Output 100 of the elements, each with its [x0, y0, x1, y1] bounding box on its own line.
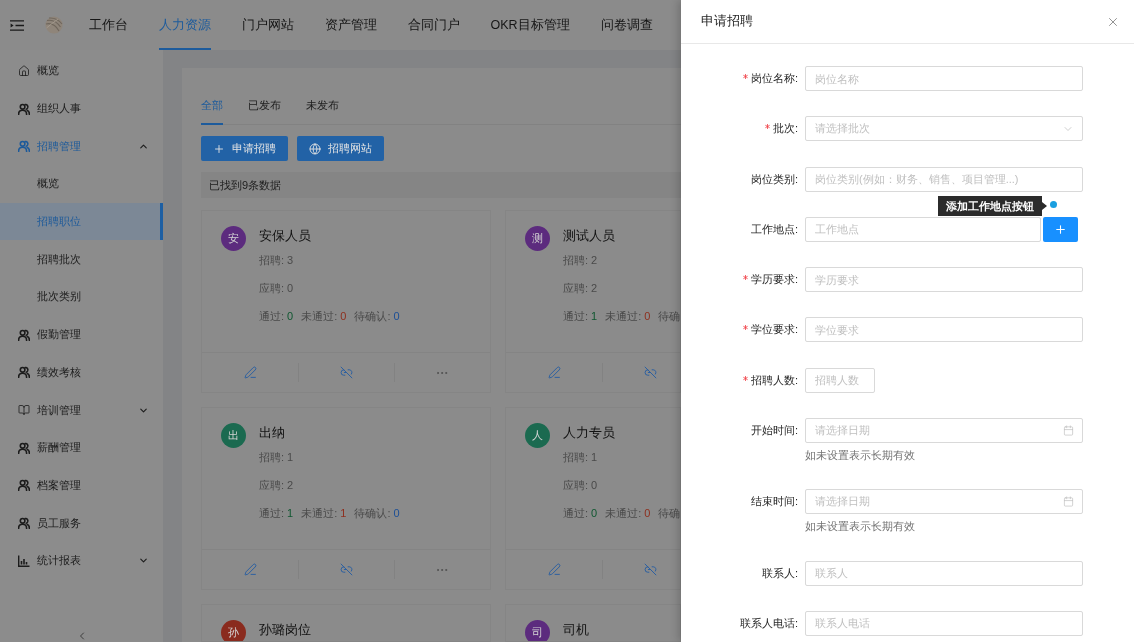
- field-label: 岗位名称:: [750, 71, 798, 86]
- stat-text: 招聘: 3: [259, 253, 295, 268]
- avatar: 人: [525, 423, 550, 448]
- result-text: 未通过: 1: [301, 506, 347, 521]
- tab[interactable]: 已发布: [248, 95, 281, 125]
- guide-dot-icon: [1050, 200, 1057, 208]
- nav-tab[interactable]: OKR目标管理: [490, 0, 570, 50]
- result-text: 待确认: 0: [354, 309, 400, 324]
- people-icon: [18, 366, 30, 379]
- result-text: 通过: 0: [563, 506, 598, 521]
- input-field[interactable]: 岗位名称: [805, 66, 1083, 91]
- field-label: 学历要求:: [750, 272, 798, 288]
- calendar-icon: [1063, 496, 1074, 508]
- sidebar-item[interactable]: 统计报表: [0, 541, 163, 580]
- people-icon: [18, 479, 30, 492]
- people-icon: [18, 328, 30, 341]
- result-text: 待确认: 0: [354, 506, 400, 521]
- home-icon: [18, 64, 30, 77]
- field-label: 结束时间:: [750, 494, 798, 510]
- people-icon: [18, 102, 30, 115]
- result-text: 待确: [658, 309, 680, 324]
- avatar: 测: [525, 226, 550, 251]
- sidebar-item[interactable]: 概览: [0, 52, 163, 90]
- sidebar-subitem[interactable]: 批次类别: [0, 278, 163, 316]
- card-title: 安保人员: [259, 228, 312, 245]
- nav-tab[interactable]: 资产管理: [324, 0, 377, 50]
- globe-icon: [309, 142, 321, 155]
- people-icon: [18, 140, 30, 153]
- bar-chart-icon: [18, 554, 30, 567]
- help-text: 如未设置表示长期有效: [805, 448, 916, 464]
- stat-text: 招聘: 1: [563, 450, 599, 465]
- avatar: 安: [221, 226, 246, 251]
- avatar: 司: [525, 620, 550, 641]
- field-label: 招聘人数:: [750, 372, 798, 388]
- field-label: 开始时间:: [750, 423, 798, 439]
- input-field[interactable]: 学历要求: [805, 267, 1083, 293]
- field-label: 批次:: [772, 121, 798, 137]
- menu-icon[interactable]: [10, 19, 24, 31]
- stat-text: 招聘: 2: [563, 253, 599, 268]
- card-title: 孙璐岗位: [259, 622, 311, 639]
- logo-icon: [45, 16, 63, 34]
- card-title: 人力专员: [563, 425, 616, 442]
- help-text: 如未设置表示长期有效: [805, 519, 916, 535]
- edit-icon[interactable]: [243, 366, 257, 379]
- result-text: 通过: 0: [259, 309, 294, 324]
- sidebar-item[interactable]: 培训管理: [0, 391, 163, 429]
- people-icon: [18, 441, 30, 454]
- card-title: 出纳: [259, 425, 286, 442]
- sidebar-item[interactable]: 员工服务: [0, 504, 163, 542]
- result-text: 通过: 1: [259, 506, 294, 521]
- field-label: 工作地点:: [750, 221, 798, 237]
- nav-tab[interactable]: 合同门户: [407, 0, 460, 50]
- card-title: 司机: [563, 622, 589, 639]
- tooltip: 添加工作地点按钮: [938, 195, 1047, 216]
- add-button[interactable]: [1043, 216, 1078, 242]
- broken-link-icon[interactable]: [339, 563, 353, 576]
- nav-tab[interactable]: 问卷调查: [600, 0, 653, 50]
- result-text: 待确: [658, 506, 680, 521]
- result-text: 通过: 1: [563, 309, 598, 324]
- calendar-icon: [1063, 425, 1074, 437]
- result-count: 已找到9条数据: [201, 172, 681, 198]
- website-button[interactable]: 招聘网站: [297, 136, 384, 161]
- result-text: 未通过: 0: [605, 506, 651, 521]
- avatar: 出: [221, 423, 246, 448]
- sidebar-subitem[interactable]: 招聘批次: [0, 240, 163, 279]
- result-text: 未通过: 0: [301, 309, 347, 324]
- book-icon: [18, 404, 30, 417]
- edit-icon[interactable]: [243, 563, 257, 576]
- sidebar-item[interactable]: 绩效考核: [0, 353, 163, 392]
- result-text: 未通过: 0: [605, 309, 651, 324]
- broken-link-icon[interactable]: [339, 366, 353, 379]
- plus-icon: [213, 142, 225, 155]
- broken-link-icon[interactable]: [643, 366, 657, 379]
- drawer-title: 申请招聘: [701, 13, 753, 30]
- edit-icon[interactable]: [547, 366, 561, 379]
- apply-button[interactable]: 申请招聘: [201, 136, 288, 161]
- sidebar-item[interactable]: 档案管理: [0, 466, 163, 505]
- card-title: 测试人员: [563, 228, 616, 245]
- input-field[interactable]: 联系人: [805, 560, 1083, 586]
- field-label: 联系人:: [761, 565, 798, 581]
- field-label: 岗位类别:: [750, 171, 798, 187]
- tab[interactable]: 未发布: [306, 95, 339, 125]
- stat-text: 招聘: 1: [259, 450, 295, 465]
- nav-tab[interactable]: 工作台: [88, 0, 128, 50]
- sidebar-item[interactable]: 假勤管理: [0, 315, 163, 354]
- people-icon: [18, 517, 30, 530]
- sidebar-subitem[interactable]: 概览: [0, 165, 163, 203]
- plus-icon: [1054, 222, 1067, 236]
- sidebar-item[interactable]: 组织人事: [0, 89, 163, 128]
- sidebar-item[interactable]: 薪酬管理: [0, 428, 163, 467]
- broken-link-icon[interactable]: [643, 563, 657, 576]
- number-input-field[interactable]: 招聘人数: [805, 367, 875, 393]
- edit-icon[interactable]: [547, 563, 561, 576]
- avatar: 孙: [221, 620, 246, 641]
- field-label: 学位要求:: [750, 322, 798, 338]
- field-label: 联系人电话:: [739, 615, 798, 631]
- stat-text: 应聘: 2: [259, 478, 295, 493]
- input-field[interactable]: 学位要求: [805, 317, 1083, 343]
- nav-tab[interactable]: 门户网站: [241, 0, 294, 50]
- stat-text: 应聘: 2: [563, 281, 599, 296]
